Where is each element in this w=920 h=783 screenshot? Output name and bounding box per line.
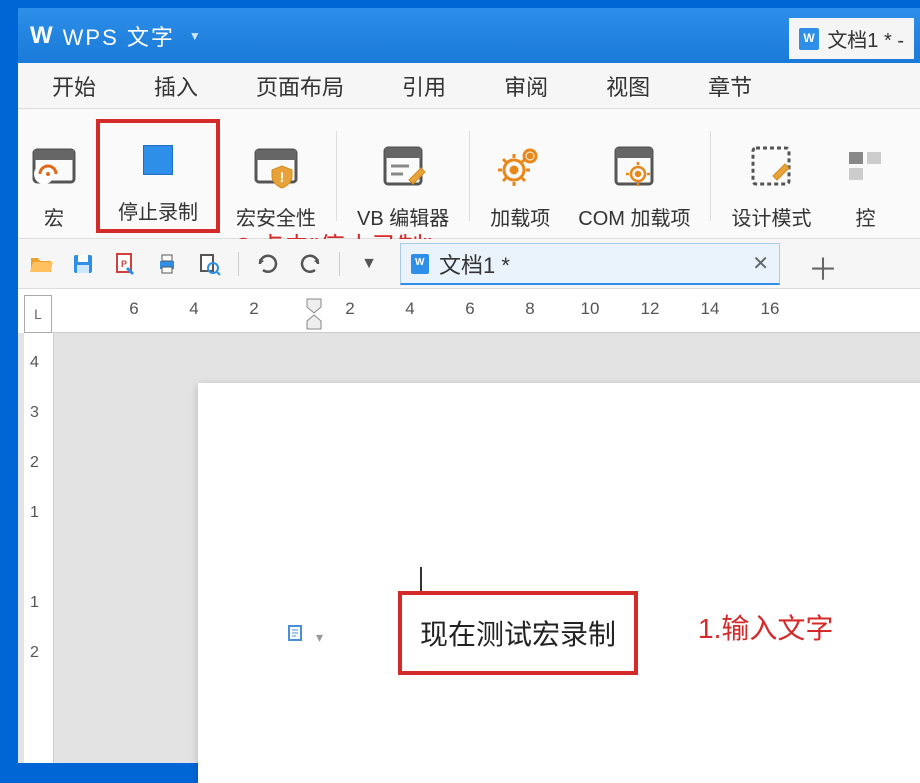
menu-page-layout[interactable]: 页面布局 [252,64,348,108]
document-tab[interactable]: 文档1 * ✕ [400,243,780,285]
macro-security-icon: ! [250,140,302,192]
menu-insert[interactable]: 插入 [150,64,202,108]
document-text[interactable]: 现在测试宏录制 [420,619,616,650]
svg-text:P: P [121,259,127,269]
menu-references[interactable]: 引用 [398,64,450,108]
com-addins-icon [608,140,660,192]
com-addins-label: COM 加载项 [578,202,690,231]
close-tab-icon[interactable]: ✕ [752,251,769,276]
vb-editor-button[interactable]: VB 编辑器 [345,121,461,231]
titlebar: W WPS 文字 ▼ 文档1 * - [18,8,920,63]
quick-access-bar: P ▼ 文档1 * ✕ ＋ [18,239,920,289]
design-mode-button[interactable]: 设计模式 [719,121,823,231]
chevron-down-icon[interactable]: ▼ [189,29,201,43]
print-icon[interactable] [154,251,180,277]
document-tab-label: 文档1 * [439,248,510,280]
ribbon-bar: 宏 停止录制 ! 宏安全性 VB 编辑器 [18,109,920,239]
macro-icon [28,140,80,192]
menu-review[interactable]: 审阅 [500,64,552,108]
document-page[interactable]: ▾ 现在测试宏录制 1.输入文字 [198,383,920,783]
app-window: W WPS 文字 ▼ 文档1 * - 开始 插入 页面布局 引用 审阅 视图 章… [18,8,920,714]
ribbon-divider [336,131,337,221]
com-addins-button[interactable]: COM 加载项 [566,121,702,231]
menu-start[interactable]: 开始 [48,64,100,108]
macro-label: 宏 [44,202,64,231]
menu-view[interactable]: 视图 [602,64,654,108]
paragraph-mark-icon [286,623,306,645]
controls-button[interactable]: 控 [827,121,891,231]
ribbon-divider [469,131,470,221]
menubar: 开始 插入 页面布局 引用 审阅 视图 章节 [18,63,920,109]
app-title: WPS 文字 [63,20,175,52]
horizontal-ruler[interactable]: 6 4 2 2 4 6 8 10 12 14 16 [52,295,920,333]
new-tab-button[interactable]: ＋ [808,245,838,289]
toolbar-divider [238,252,239,276]
macro-security-button[interactable]: ! 宏安全性 [224,121,328,231]
save-icon[interactable] [70,251,96,277]
controls-label: 控 [855,202,875,231]
stop-record-label: 停止录制 [118,196,198,225]
stop-record-icon [132,134,184,186]
undo-icon[interactable] [255,251,281,277]
design-mode-icon [745,140,797,192]
addins-label: 加载项 [490,202,550,231]
wps-logo-icon: W [30,22,53,50]
ruler-area: L 6 4 2 2 4 6 8 10 12 14 16 [18,289,920,333]
redo-icon[interactable] [297,251,323,277]
toolbar-divider [339,252,340,276]
export-pdf-icon[interactable]: P [112,251,138,277]
document-icon [799,28,819,50]
chevron-down-icon[interactable]: ▾ [316,629,323,646]
ribbon-divider [710,131,711,221]
addins-icon [494,140,546,192]
document-icon [411,254,429,274]
print-preview-icon[interactable] [196,251,222,277]
more-dropdown-icon[interactable]: ▼ [356,251,382,277]
design-mode-label: 设计模式 [731,202,811,231]
ruler-corner[interactable]: L [24,295,52,333]
addins-button[interactable]: 加载项 [478,121,562,231]
stop-record-button[interactable]: 停止录制 [96,119,220,233]
menu-sections[interactable]: 章节 [704,64,756,108]
indent-marker-icon[interactable] [305,297,323,327]
document-text-highlighted: 现在测试宏录制 [398,591,638,675]
document-title-text: 文档1 * - [827,24,904,53]
svg-text:!: ! [280,169,285,185]
open-icon[interactable] [28,251,54,277]
vb-editor-icon [377,140,429,192]
vertical-ruler[interactable]: 4 3 2 1 1 2 [24,333,54,763]
controls-icon [839,140,891,192]
document-area: 4 3 2 1 1 2 ▾ 现在测试宏录制 1.输入文字 [18,333,920,763]
annotation-input-text: 1.输入文字 [698,607,833,647]
macro-button[interactable]: 宏 [28,121,92,231]
document-title-right: 文档1 * - [789,18,914,59]
